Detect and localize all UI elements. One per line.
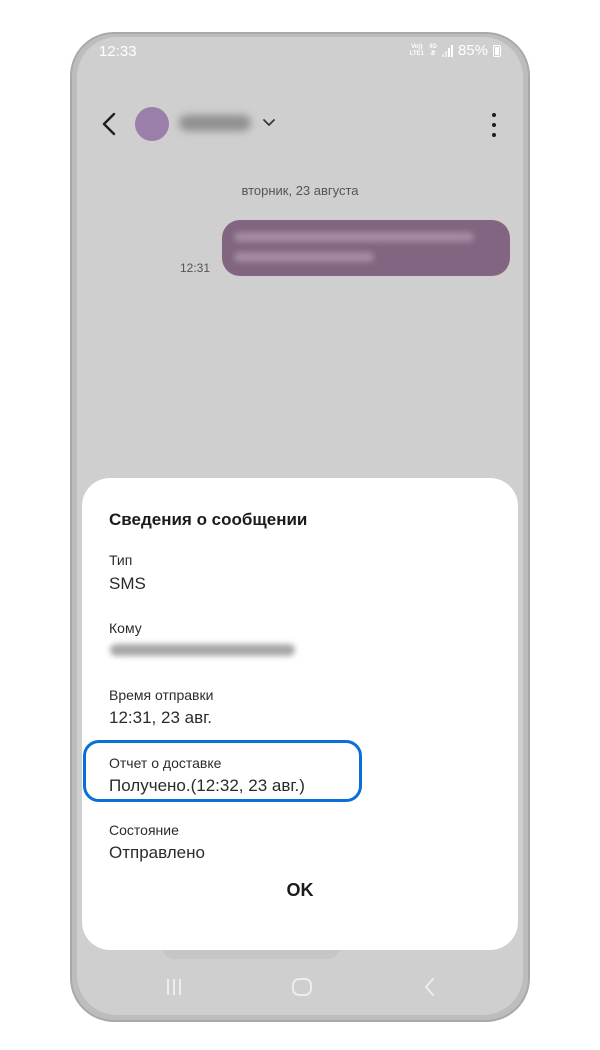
delivery-report-value: Получено.(12:32, 23 авг.) [109, 776, 305, 795]
type-label: Тип [109, 552, 133, 568]
lte-text: LTE1 [409, 50, 424, 57]
home-icon[interactable] [290, 975, 314, 999]
recipient-value-blurred [110, 644, 295, 656]
ok-button[interactable]: OK [82, 880, 518, 901]
message-time: 12:31 [180, 261, 211, 275]
more-options-icon[interactable] [489, 113, 499, 137]
chevron-down-icon[interactable] [261, 115, 277, 129]
status-time: 12:33 [99, 43, 137, 60]
date-divider: вторник, 23 августа [241, 183, 359, 198]
message-details-dialog: Сведения о сообщении Тип SMS Кому Время … [82, 478, 518, 950]
type-value: SMS [109, 574, 146, 593]
network-text: 4G [428, 43, 437, 50]
message-bubble[interactable] [222, 220, 510, 276]
contact-name-blurred[interactable] [179, 115, 251, 131]
battery-percent: 85% [457, 42, 488, 59]
dialog-title: Сведения о сообщении [109, 510, 308, 529]
navigation-bar [77, 967, 523, 1007]
back-arrow-icon[interactable] [97, 107, 123, 141]
delivery-report-label: Отчет о доставке [109, 755, 222, 771]
sent-time-value: 12:31, 23 авг. [109, 708, 212, 727]
avatar[interactable] [135, 107, 169, 141]
status-bar: 12:33 Vo)) LTE1 4G ⇵ 85% [77, 37, 523, 67]
status-icons: Vo)) LTE1 4G ⇵ 85% [410, 42, 501, 59]
nav-back-icon[interactable] [418, 975, 442, 999]
battery-icon [493, 44, 501, 57]
volte-icon: Vo)) LTE1 [410, 44, 424, 58]
network-4g-icon: 4G ⇵ [428, 43, 437, 57]
recent-apps-icon[interactable] [162, 975, 186, 999]
status-value: Отправлено [109, 843, 205, 862]
signal-icon [441, 44, 453, 57]
volte-text: Vo)) [411, 43, 423, 50]
status-label: Состояние [109, 822, 179, 838]
sent-time-label: Время отправки [109, 687, 214, 703]
recipient-label: Кому [109, 620, 142, 636]
